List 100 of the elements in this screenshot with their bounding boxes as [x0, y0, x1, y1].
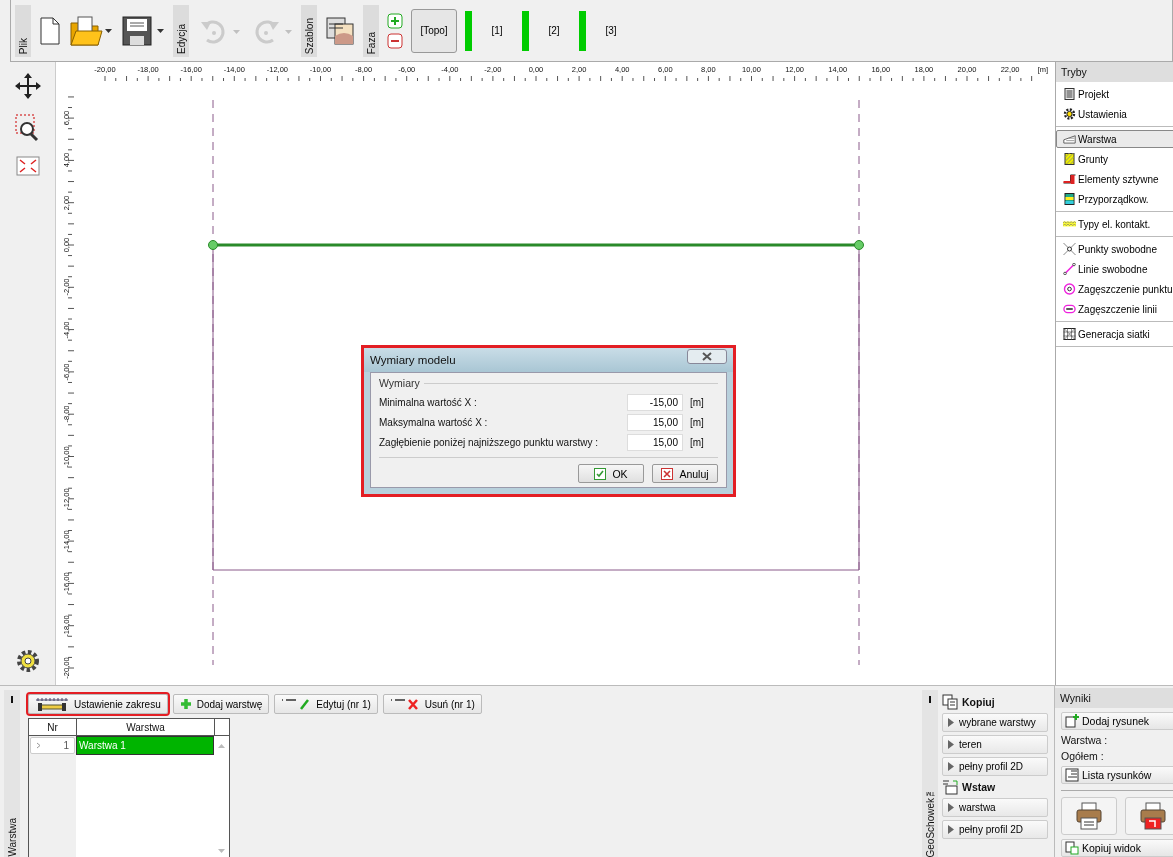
check-icon	[594, 467, 607, 480]
field-label: Zagłębienie poniżej najniższego punktu warstwy :	[379, 437, 599, 448]
contact-icon	[1063, 218, 1076, 230]
panel-tab[interactable]: Warstwa	[4, 690, 20, 857]
list-icon	[1065, 768, 1079, 782]
phase-tab[interactable]: [Topo]	[411, 8, 457, 53]
close-icon	[702, 351, 712, 361]
toolbar-button[interactable]: Usuń (nr 1)	[382, 694, 482, 714]
copy-button[interactable]: pełny profil 2D	[942, 757, 1048, 776]
input-field[interactable]: 15,00	[627, 414, 683, 431]
toolbar-button[interactable]: Dodaj warstwę	[172, 694, 270, 714]
ok-button[interactable]: OK	[578, 464, 644, 483]
point-refinement-icon	[1063, 283, 1076, 295]
mode-item[interactable]: Typy el. kontakt.	[1056, 215, 1173, 233]
row-number[interactable]: 1	[30, 737, 75, 754]
group-label: Faza	[363, 4, 379, 57]
phase-tab[interactable]: [3]	[594, 8, 628, 53]
input-field[interactable]: 15,00	[627, 434, 683, 451]
add-drawing-button[interactable]: Dodaj rysunek	[1061, 712, 1173, 730]
input-field[interactable]: -15,00	[627, 394, 683, 411]
phase-tab[interactable]: [2]	[537, 8, 571, 53]
column-header: Warstwa	[77, 719, 215, 735]
add-icon[interactable]	[387, 12, 403, 29]
zoom-icon[interactable]	[14, 114, 41, 142]
unit-label: [m]	[689, 397, 705, 408]
mode-item[interactable]: Przyporządkow.	[1056, 190, 1173, 208]
mode-item[interactable]: Punkty swobodne	[1056, 240, 1173, 258]
line-icon	[1063, 263, 1076, 275]
mode-item[interactable]: Zagęszczenie punktu	[1056, 280, 1173, 298]
phase-tab[interactable]: [1]	[480, 8, 514, 53]
play-icon	[948, 825, 954, 834]
rigid-element-icon	[1063, 173, 1076, 185]
scroll-up-icon	[218, 744, 225, 748]
group-label: Szablon	[301, 4, 317, 57]
soil-icon	[1063, 153, 1076, 165]
scroll-down-icon	[218, 849, 225, 853]
phase-marker	[522, 10, 529, 51]
unit-label: [m]	[689, 437, 705, 448]
field-label: Minimalna wartość X :	[379, 397, 478, 408]
mode-item[interactable]: Grunty	[1056, 150, 1173, 168]
move-icon[interactable]	[13, 72, 42, 100]
save-icon[interactable]	[121, 14, 165, 47]
copy-button[interactable]: teren	[942, 735, 1048, 754]
line-refinement-icon	[1063, 303, 1076, 315]
mode-item[interactable]: Linie swobodne	[1056, 260, 1173, 278]
printer-icon	[1075, 802, 1103, 830]
play-icon	[948, 762, 954, 771]
mode-item[interactable]: Projekt	[1056, 85, 1173, 103]
mode-item[interactable]: Generacja siatki	[1056, 325, 1173, 343]
mesh-icon	[1063, 328, 1076, 340]
copy-view-button[interactable]: Kopiuj widok	[1061, 839, 1173, 857]
copy-view-icon	[1065, 841, 1079, 855]
group-title: Wymiary	[379, 377, 420, 389]
close-button[interactable]	[687, 348, 727, 364]
mode-item[interactable]: Elementy sztywne	[1056, 170, 1173, 188]
printer-icon	[1139, 802, 1167, 830]
toolbar-button[interactable]: Edytuj (nr 1)	[274, 694, 378, 714]
paste-icon	[942, 779, 958, 795]
mode-item[interactable]: Ustawienia	[1056, 105, 1173, 123]
remove-icon[interactable]	[387, 32, 403, 49]
results-label: Warstwa :	[1061, 734, 1109, 746]
cancel-button[interactable]: Anuluj	[652, 464, 718, 483]
section-title: Kopiuj	[962, 696, 995, 708]
print-button[interactable]	[1061, 797, 1117, 835]
layer-icon	[1063, 133, 1076, 145]
fit-view-icon[interactable]	[15, 156, 40, 176]
group-label: Edycja	[173, 4, 189, 57]
dialog-title: Wymiary modelu	[370, 354, 456, 366]
group-label: Plik	[15, 4, 31, 57]
paste-button[interactable]: pełny profil 2D	[942, 820, 1048, 839]
toolbar-button[interactable]: Ustawienie zakresu	[28, 694, 168, 714]
assign-icon	[1063, 193, 1076, 205]
cancel-icon	[661, 467, 674, 480]
open-folder-icon[interactable]	[69, 14, 113, 47]
plus-icon	[179, 698, 192, 710]
gear-icon	[1063, 108, 1076, 120]
template-icon[interactable]	[325, 15, 355, 46]
copy-icon	[942, 694, 958, 710]
point-icon	[1063, 243, 1076, 255]
section-title: Wstaw	[962, 781, 996, 793]
document-icon	[1063, 88, 1076, 100]
field-label: Maksymalna wartość X :	[379, 417, 489, 428]
play-icon	[948, 740, 954, 749]
column-header: Nr	[29, 719, 77, 735]
new-document-icon[interactable]	[39, 16, 61, 45]
mode-item[interactable]: Warstwa	[1056, 130, 1173, 148]
panel-tab[interactable]: GeoSchowek™	[922, 690, 938, 857]
print-preview-button[interactable]	[1125, 797, 1173, 835]
mode-item[interactable]: Zagęszczenie linii	[1056, 300, 1173, 318]
drawing-list-button[interactable]: Lista rysunków	[1061, 766, 1173, 784]
phase-marker	[465, 10, 472, 51]
range-icon	[35, 697, 69, 711]
results-label: Ogółem :	[1061, 750, 1105, 762]
phase-marker	[579, 10, 586, 51]
play-icon	[948, 718, 954, 727]
add-picture-icon	[1065, 714, 1079, 728]
edit-icon	[281, 698, 312, 710]
paste-button[interactable]: warstwa	[942, 798, 1048, 817]
copy-button[interactable]: wybrane warstwy	[942, 713, 1048, 732]
play-icon	[948, 803, 954, 812]
